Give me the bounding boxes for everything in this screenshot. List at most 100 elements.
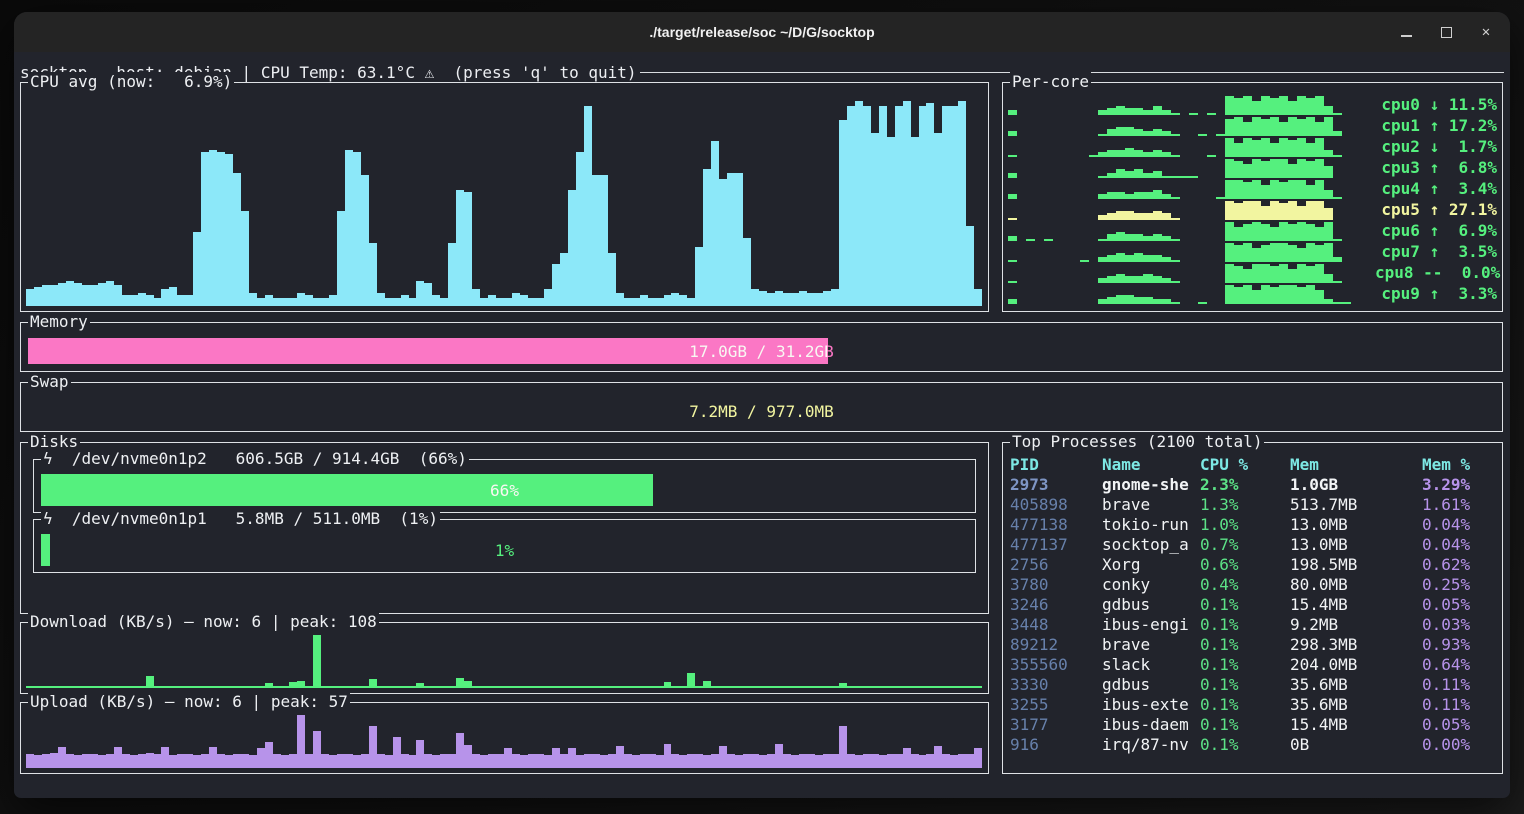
sparkline-bar [1008, 155, 1017, 157]
sparkline-bar [1225, 264, 1234, 283]
process-cell-cpu: 2.3% [1200, 475, 1290, 495]
minimize-button[interactable] [1398, 24, 1414, 40]
chart-bar [169, 287, 177, 306]
maximize-button[interactable] [1438, 24, 1454, 40]
close-button[interactable]: ✕ [1478, 24, 1494, 40]
chart-bar [711, 754, 719, 768]
process-cell-memp: 1.61% [1422, 495, 1498, 515]
chart-bar [703, 169, 711, 306]
sparkline-bar [1333, 257, 1342, 262]
sparkline-bar [1252, 117, 1261, 136]
process-cell-mem: 0B [1290, 735, 1422, 755]
sparkline-bar [1098, 134, 1107, 136]
sparkline-bar [1315, 227, 1324, 241]
chart-bar [82, 686, 90, 688]
sparkline-bar [1306, 185, 1315, 199]
chart-bar [456, 190, 464, 306]
chart-bar [520, 686, 528, 688]
process-row: 3780conky0.4%80.0MB0.25% [1010, 575, 1498, 595]
chart-bar [233, 686, 241, 688]
sparkline-bar [1252, 159, 1261, 178]
process-cell-pid: 477138 [1010, 515, 1102, 535]
disk-gauge: 1% [41, 534, 968, 566]
chart-bar [337, 686, 345, 688]
process-cell-cpu: 0.1% [1200, 695, 1290, 715]
chart-bar [767, 293, 775, 306]
sparkline-bar [1324, 190, 1333, 200]
chart-bar [560, 686, 568, 688]
process-cell-pid: 2756 [1010, 555, 1102, 575]
sparkline-bar [1306, 161, 1315, 178]
process-row: 405898brave1.3%513.7MB1.61% [1010, 495, 1498, 515]
window-titlebar[interactable]: ./target/release/soc ~/D/G/socktop ✕ [14, 12, 1510, 52]
chart-bar [767, 686, 775, 688]
upload-panel: Upload (KB/s) — now: 6 | peak: 57 [20, 702, 989, 774]
sparkline-bar [1171, 155, 1180, 157]
sparkline-bar [1252, 264, 1261, 283]
sparkline-bar [1134, 213, 1143, 220]
chart-bar [791, 686, 799, 688]
chart-bar [154, 298, 162, 306]
chart-bar [329, 295, 337, 306]
chart-bar [146, 753, 154, 768]
core-label: cpu5 ↑ 27.1% [1375, 200, 1497, 220]
sparkline-bar [1125, 171, 1134, 178]
sparkline-bar [1143, 131, 1152, 136]
core-label: cpu3 ↑ 6.8% [1375, 158, 1497, 178]
chart-bar [345, 754, 353, 768]
chart-bar [687, 298, 695, 306]
sparkline-bar [1162, 278, 1171, 283]
core-sparkline [1008, 201, 1369, 220]
core-label: cpu8 -- 0.0% [1375, 263, 1497, 283]
chart-bar [974, 686, 982, 688]
chart-bar [664, 295, 672, 306]
chart-bar [177, 686, 185, 688]
sparkline-bar [1116, 253, 1125, 263]
chart-bar [488, 295, 496, 306]
chart-bar [942, 106, 950, 306]
sparkline-bar [1315, 201, 1324, 220]
sparkline-bar [1261, 264, 1270, 283]
chart-bar [576, 686, 584, 688]
chart-bar [624, 754, 632, 768]
sparkline-bar [1116, 127, 1125, 137]
chart-bar [911, 754, 919, 768]
chart-bar [130, 755, 138, 768]
chart-bar [512, 754, 520, 768]
process-row: 3255ibus-exte0.1%35.6MB0.11% [1010, 695, 1498, 715]
core-row: cpu0 ↓ 11.5% [1008, 94, 1497, 115]
sparkline-bar [1333, 155, 1342, 157]
core-sparkline [1008, 222, 1369, 241]
sparkline-bar [1125, 108, 1134, 115]
sparkline-bar [1261, 161, 1270, 178]
chart-bar [504, 686, 512, 688]
chart-bar [161, 747, 169, 768]
chart-bar [648, 298, 656, 306]
chart-bar [66, 754, 74, 768]
chart-bar [313, 731, 321, 768]
chart-bar [90, 686, 98, 688]
chart-bar [26, 754, 34, 768]
chart-bar [464, 745, 472, 768]
process-cell-mem: 35.6MB [1290, 675, 1422, 695]
sparkline-bar [1297, 287, 1306, 304]
sparkline-bar [1171, 260, 1180, 262]
chart-bar [138, 293, 146, 306]
chart-bar [424, 686, 432, 688]
sparkline-bar [1143, 297, 1152, 304]
sparkline-bar [1324, 243, 1333, 262]
chart-bar [839, 120, 847, 306]
chart-bar [903, 686, 911, 688]
process-row: 3177ibus-daem0.1%15.4MB0.05% [1010, 715, 1498, 735]
sparkline-bar [1143, 152, 1152, 157]
chart-bar [90, 285, 98, 306]
chart-bar [592, 686, 600, 688]
sparkline-bar [1252, 222, 1261, 241]
process-cell-memp: 0.93% [1422, 635, 1498, 655]
swap-gauge-label: 7.2MB / 977.0MB [28, 398, 1495, 424]
chart-bar [321, 298, 329, 306]
process-cell-name: tokio-run [1102, 515, 1200, 535]
process-row: 916irq/87-nv0.1%0B0.00% [1010, 735, 1498, 755]
chart-bar [281, 686, 289, 688]
process-cell-name: slack [1102, 655, 1200, 675]
